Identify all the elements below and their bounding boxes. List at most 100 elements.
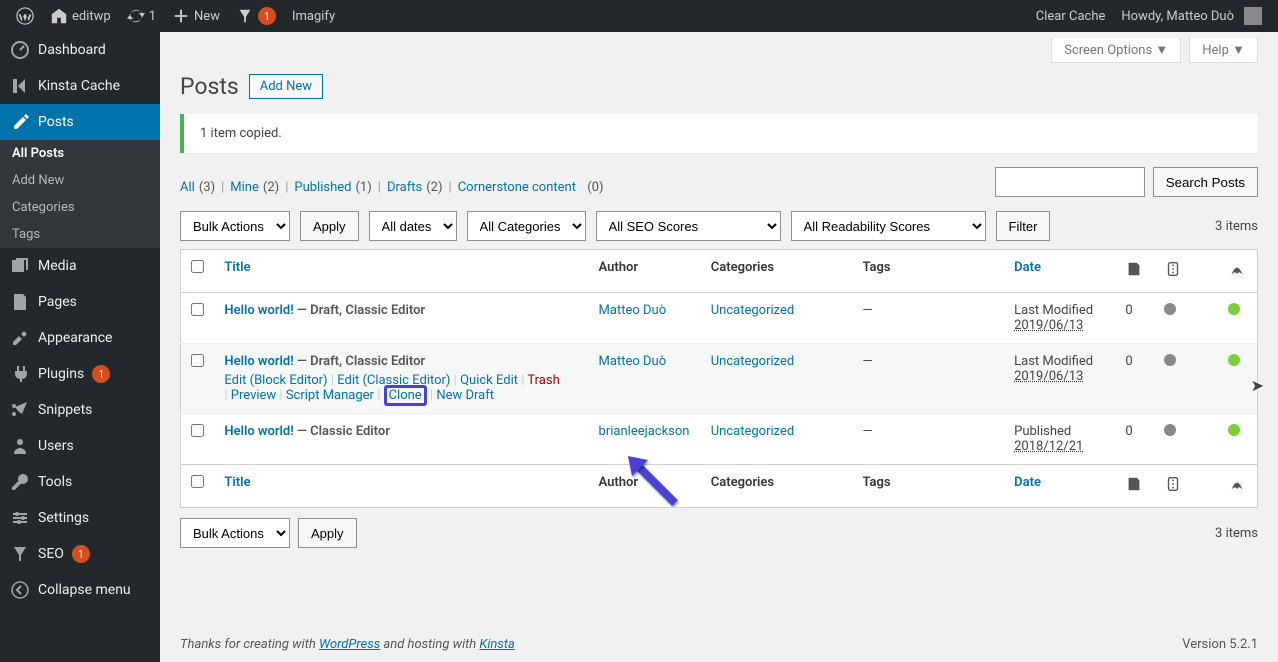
- sidebar-item-snippets[interactable]: Snippets: [0, 392, 160, 428]
- quick-edit-link[interactable]: Quick Edit: [460, 373, 518, 388]
- new-draft-link[interactable]: New Draft: [436, 388, 494, 403]
- view-drafts[interactable]: Drafts: [387, 180, 422, 195]
- view-mine[interactable]: Mine: [230, 180, 259, 195]
- seo-dot: [1164, 424, 1176, 436]
- col-title[interactable]: Title: [224, 260, 250, 275]
- site-name[interactable]: editwp: [42, 0, 119, 32]
- preview-link[interactable]: Preview: [231, 388, 276, 403]
- footer: Thanks for creating with WordPress and h…: [180, 637, 1258, 652]
- col-categories: Categories: [701, 250, 853, 293]
- collapse-menu[interactable]: Collapse menu: [0, 572, 160, 608]
- submenu-all-posts[interactable]: All Posts: [0, 140, 160, 167]
- updates[interactable]: 1: [119, 0, 164, 32]
- readability-icon: [1228, 475, 1246, 493]
- bulk-actions-select[interactable]: Bulk Actions: [180, 211, 290, 241]
- col-date[interactable]: Date: [1014, 260, 1041, 275]
- cornerstone-icon: [1125, 260, 1143, 278]
- row-checkbox[interactable]: [191, 424, 204, 437]
- success-notice: 1 item copied.: [180, 114, 1258, 153]
- wordpress-link[interactable]: WordPress: [319, 637, 380, 652]
- author-link[interactable]: Matteo Duò: [599, 354, 667, 369]
- seo-icon: [1164, 475, 1182, 493]
- seo-icon: [1164, 260, 1182, 278]
- view-all[interactable]: All: [180, 180, 195, 195]
- seo-dot: [1164, 303, 1176, 315]
- col-title-footer[interactable]: Title: [224, 475, 250, 490]
- table-row: Hello world! — Draft, Classic Editor Mat…: [181, 293, 1258, 344]
- sidebar-item-users[interactable]: Users: [0, 428, 160, 464]
- search-input[interactable]: [995, 167, 1145, 197]
- category-link[interactable]: Uncategorized: [711, 303, 794, 318]
- post-title-link[interactable]: Hello world!: [224, 303, 293, 318]
- readability-dot: [1228, 354, 1240, 366]
- sidebar-item-settings[interactable]: Settings: [0, 500, 160, 536]
- sidebar-item-posts[interactable]: Posts: [0, 104, 160, 140]
- sidebar-item-kinsta[interactable]: Kinsta Cache: [0, 68, 160, 104]
- edit-block-link[interactable]: Edit (Block Editor): [224, 373, 327, 388]
- select-all-checkbox[interactable]: [191, 260, 204, 273]
- seo-dot: [1164, 354, 1176, 366]
- search-button[interactable]: Search Posts: [1153, 167, 1258, 197]
- kinsta-link[interactable]: Kinsta: [479, 637, 514, 652]
- script-manager-link[interactable]: Script Manager: [286, 388, 374, 403]
- dates-filter[interactable]: All dates: [369, 211, 457, 241]
- post-title-link[interactable]: Hello world!: [224, 424, 293, 439]
- avatar: [1244, 7, 1262, 25]
- sidebar-item-appearance[interactable]: Appearance: [0, 320, 160, 356]
- view-published[interactable]: Published: [294, 180, 351, 195]
- submenu-categories[interactable]: Categories: [0, 194, 160, 221]
- author-link[interactable]: Matteo Duò: [599, 303, 667, 318]
- col-date-footer[interactable]: Date: [1014, 475, 1041, 490]
- readability-icon: [1228, 260, 1246, 278]
- version: Version 5.2.1: [1182, 637, 1258, 652]
- filter-button[interactable]: Filter: [996, 211, 1051, 241]
- add-new-button[interactable]: Add New: [249, 74, 323, 99]
- submenu-tags[interactable]: Tags: [0, 221, 160, 248]
- table-row: Hello world! — Draft, Classic Editor Edi…: [181, 344, 1258, 414]
- clear-cache[interactable]: Clear Cache: [1028, 0, 1114, 32]
- bulk-actions-select-bottom[interactable]: Bulk Actions: [180, 518, 290, 548]
- category-link[interactable]: Uncategorized: [711, 424, 794, 439]
- readability-dot: [1228, 424, 1240, 436]
- view-filters: All (3) | Mine (2) | Published (1) | Dra…: [180, 180, 604, 195]
- sidebar-item-plugins[interactable]: Plugins 1: [0, 356, 160, 392]
- bulk-apply-button[interactable]: Apply: [300, 211, 359, 241]
- author-link[interactable]: brianleejackson: [599, 424, 690, 439]
- row-actions: Edit (Block Editor) | Edit (Classic Edit…: [224, 373, 578, 403]
- bulk-apply-button-bottom[interactable]: Apply: [298, 518, 357, 548]
- trash-link[interactable]: Trash: [527, 373, 559, 388]
- sidebar-item-seo[interactable]: SEO 1: [0, 536, 160, 572]
- col-tags: Tags: [852, 250, 1004, 293]
- sidebar-item-pages[interactable]: Pages: [0, 284, 160, 320]
- help-toggle[interactable]: Help ▼: [1189, 38, 1258, 63]
- readability-dot: [1228, 303, 1240, 315]
- readability-filter[interactable]: All Readability Scores: [791, 211, 986, 241]
- screen-options-toggle[interactable]: Screen Options ▼: [1051, 38, 1181, 63]
- sidebar-item-tools[interactable]: Tools: [0, 464, 160, 500]
- item-count-bottom: 3 items: [1215, 526, 1258, 541]
- categories-filter[interactable]: All Categories: [467, 211, 586, 241]
- new-content[interactable]: New: [164, 0, 228, 32]
- row-checkbox[interactable]: [191, 354, 204, 367]
- cornerstone-icon: [1125, 475, 1143, 493]
- clone-link[interactable]: Clone: [389, 388, 422, 403]
- posts-table: Title Author Categories Tags Date Hello …: [180, 249, 1258, 508]
- row-checkbox[interactable]: [191, 303, 204, 316]
- imagify-menu[interactable]: Imagify: [284, 0, 343, 32]
- table-row: Hello world! — Classic Editor brianleeja…: [181, 414, 1258, 465]
- category-link[interactable]: Uncategorized: [711, 354, 794, 369]
- sidebar-item-dashboard[interactable]: Dashboard: [0, 32, 160, 68]
- wp-logo[interactable]: [8, 0, 42, 32]
- posts-submenu: All Posts Add New Categories Tags: [0, 140, 160, 248]
- submenu-add-new[interactable]: Add New: [0, 167, 160, 194]
- howdy-account[interactable]: Howdy, Matteo Duò: [1113, 0, 1270, 32]
- sidebar-item-media[interactable]: Media: [0, 248, 160, 284]
- item-count: 3 items: [1215, 219, 1258, 234]
- post-title-link[interactable]: Hello world!: [224, 354, 293, 369]
- seo-filter[interactable]: All SEO Scores: [596, 211, 781, 241]
- select-all-checkbox-footer[interactable]: [191, 475, 204, 488]
- yoast-menu[interactable]: 1: [228, 0, 284, 32]
- view-cornerstone[interactable]: Cornerstone content: [458, 180, 576, 195]
- page-title: Posts Add New: [180, 73, 1258, 100]
- col-author: Author: [589, 250, 701, 293]
